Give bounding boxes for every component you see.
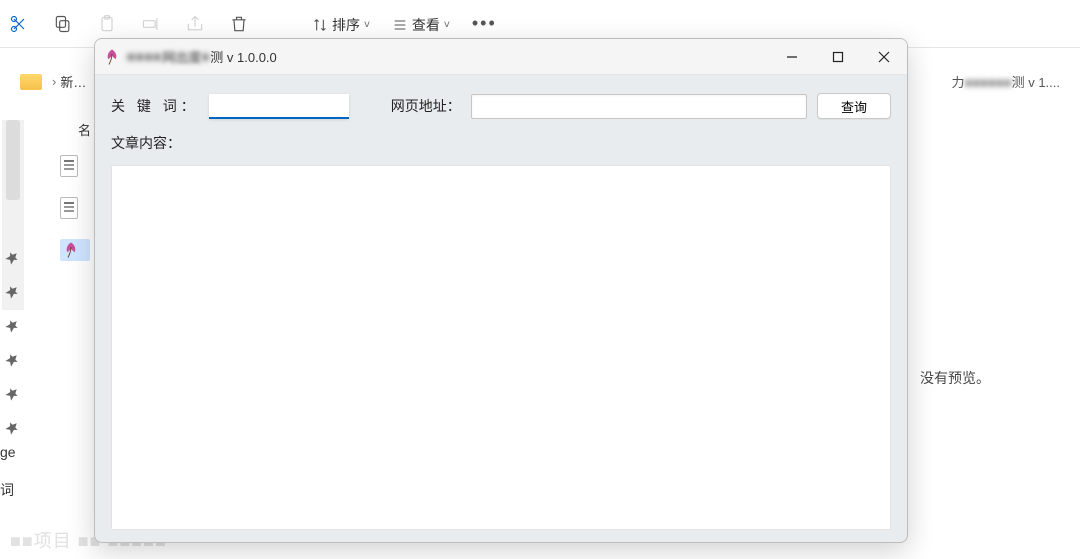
input-row: 关 键 词： 网页地址： 查询	[111, 93, 891, 119]
list-item[interactable]	[60, 197, 90, 219]
list-item-selected[interactable]	[60, 239, 90, 261]
file-list	[60, 155, 90, 261]
app-icon	[103, 48, 121, 66]
pin-icon[interactable]	[1, 315, 24, 338]
document-icon	[60, 155, 78, 177]
keyword-input[interactable]	[209, 94, 349, 119]
maximize-button[interactable]	[815, 39, 861, 74]
dialog-body: 关 键 词： 网页地址： 查询 文章内容：	[95, 75, 907, 542]
document-icon	[60, 197, 78, 219]
url-label: 网页地址：	[391, 96, 461, 116]
copy-icon[interactable]	[52, 13, 74, 35]
share-icon[interactable]	[184, 13, 206, 35]
query-button[interactable]: 查询	[817, 93, 891, 119]
pin-icon[interactable]	[1, 383, 24, 406]
app-icon	[62, 241, 80, 259]
view-menu[interactable]: 查看 ⅴ	[392, 15, 450, 35]
sort-menu[interactable]: 排序 ⅴ	[312, 15, 370, 35]
pin-icon[interactable]	[1, 349, 24, 372]
window-controls	[769, 39, 907, 74]
breadcrumb-current: 新…	[60, 72, 86, 91]
chevron-right-icon: ›	[52, 74, 56, 89]
view-label: 查看	[412, 15, 440, 35]
window-title: ■■■■ 网出度 ■ 测 v 1.0.0.0	[127, 47, 277, 66]
rename-icon[interactable]	[140, 13, 162, 35]
titlebar[interactable]: ■■■■ 网出度 ■ 测 v 1.0.0.0	[95, 39, 907, 75]
close-button[interactable]	[861, 39, 907, 74]
overflow-icon[interactable]: •••	[472, 13, 497, 34]
app-window: ■■■■ 网出度 ■ 测 v 1.0.0.0 关 键 词： 网页地址： 查询 文…	[94, 38, 908, 543]
breadcrumb-right-fragment: 力■■■■■■测 v 1....	[951, 72, 1060, 91]
cut-icon[interactable]	[8, 13, 30, 35]
paste-icon[interactable]	[96, 13, 118, 35]
minimize-button[interactable]	[769, 39, 815, 74]
pin-icon[interactable]	[1, 247, 24, 270]
truncated-label-2: 词	[0, 480, 14, 500]
sort-label: 排序	[332, 15, 360, 35]
content-row: 文章内容：	[111, 133, 891, 153]
url-input[interactable]	[471, 94, 807, 119]
delete-icon[interactable]	[228, 13, 250, 35]
folder-icon	[20, 74, 42, 90]
column-header-name[interactable]: 名	[78, 120, 91, 139]
truncated-label-1: ge	[0, 444, 16, 460]
list-item[interactable]	[60, 155, 90, 177]
pin-icon[interactable]	[1, 281, 24, 304]
preview-empty-text: 没有预览。	[920, 368, 990, 388]
pins-column	[4, 250, 20, 436]
content-textarea[interactable]	[111, 165, 891, 530]
content-label: 文章内容：	[111, 133, 181, 153]
keyword-label: 关 键 词：	[111, 96, 199, 116]
pin-icon[interactable]	[1, 417, 24, 440]
